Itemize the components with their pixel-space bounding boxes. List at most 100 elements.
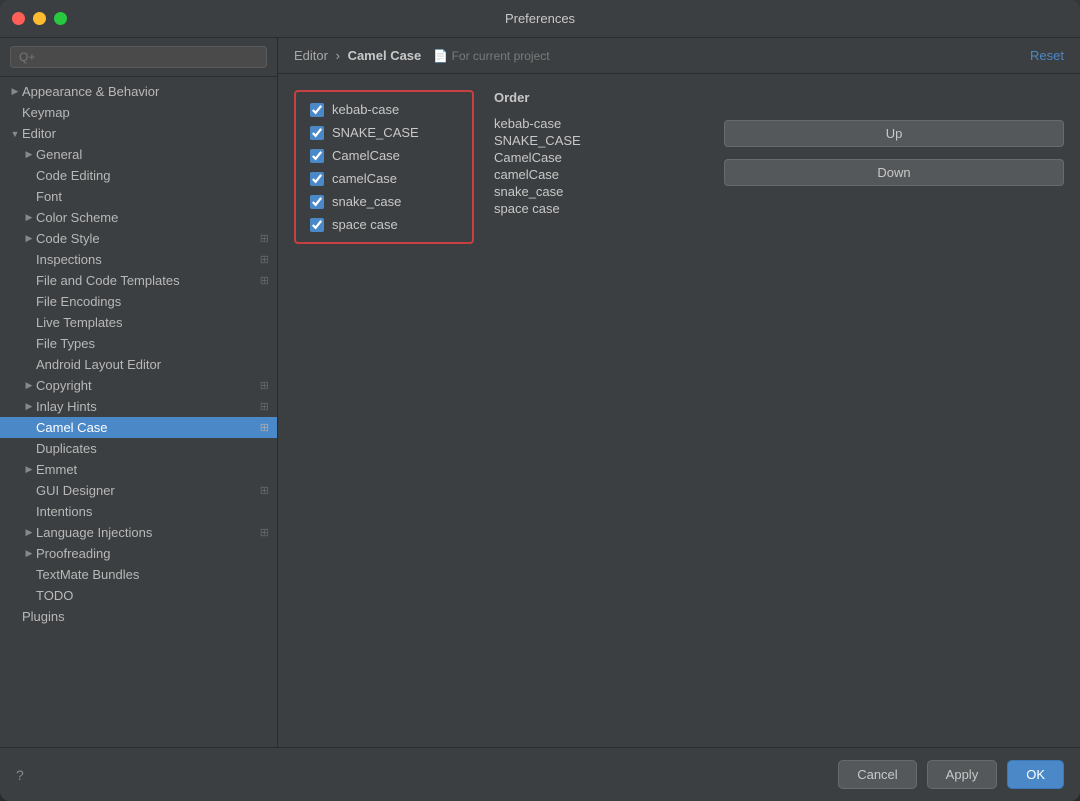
sidebar-item-intentions[interactable]: Intentions [0,501,277,522]
checkbox-kebab-case[interactable] [310,103,324,117]
arrow-icon: ▶ [22,400,36,414]
checkbox-snake-case[interactable] [310,195,324,209]
sidebar-item-live-templates[interactable]: Live Templates [0,312,277,333]
sidebar-item-plugins[interactable]: Plugins [0,606,277,627]
sidebar-item-label: TODO [36,588,269,603]
copy-icon: ⊞ [260,421,269,434]
arrow-icon [8,610,22,624]
minimize-button[interactable] [33,12,46,25]
breadcrumb: Editor › Camel Case [294,48,421,63]
arrow-icon [22,169,36,183]
order-item: camelCase [494,166,581,183]
sidebar-item-emmet[interactable]: ▶Emmet [0,459,277,480]
sidebar-item-file-and-code-templates[interactable]: File and Code Templates ⊞ [0,270,277,291]
arrow-icon [22,589,36,603]
order-item: SNAKE_CASE [494,132,581,149]
sidebar-item-label: General [36,147,269,162]
search-input[interactable] [10,46,267,68]
sidebar-item-label: Code Style [36,231,256,246]
sidebar-item-label: Code Editing [36,168,269,183]
checkbox-item-snake-case: snake_case [310,194,458,209]
close-button[interactable] [12,12,25,25]
arrow-icon: ▶ [22,148,36,162]
copy-icon: ⊞ [260,274,269,287]
sidebar-item-code-style[interactable]: ▶Code Style⊞ [0,228,277,249]
arrow-icon: ▶ [22,547,36,561]
copy-icon: ⊞ [260,400,269,413]
sidebar-item-label: Copyright [36,378,256,393]
sidebar-item-android-layout-editor[interactable]: Android Layout Editor [0,354,277,375]
sidebar-item-appearance-behavior[interactable]: ▶Appearance & Behavior [0,81,277,102]
sidebar-item-label: Inlay Hints [36,399,256,414]
project-link[interactable]: 📄 For current project [433,49,549,63]
main-content: ▶Appearance & BehaviorKeymap▼Editor▶Gene… [0,38,1080,747]
breadcrumb-current: Camel Case [348,48,422,63]
maximize-button[interactable] [54,12,67,25]
main-panel: Editor › Camel Case 📄 For current projec… [278,38,1080,747]
copy-icon: ⊞ [260,253,269,266]
sidebar-item-editor[interactable]: ▼Editor [0,123,277,144]
sidebar-item-label: File Encodings [36,294,269,309]
sidebar-item-language-injections[interactable]: ▶Language Injections⊞ [0,522,277,543]
arrow-icon [22,253,36,267]
arrow-icon: ▶ [22,211,36,225]
help-button[interactable]: ? [16,767,24,783]
checkbox-label: CamelCase [332,148,400,163]
up-button[interactable]: Up [724,120,1064,147]
sidebar-item-color-scheme[interactable]: ▶Color Scheme [0,207,277,228]
checkbox-camelcase-upper[interactable] [310,149,324,163]
arrow-icon [22,442,36,456]
arrow-icon: ▶ [22,379,36,393]
sidebar-item-file-types[interactable]: File Types [0,333,277,354]
sidebar-item-inspections[interactable]: Inspections ⊞ [0,249,277,270]
sidebar-item-label: File and Code Templates [36,273,256,288]
sidebar-item-gui-designer[interactable]: GUI Designer ⊞ [0,480,277,501]
sidebar-item-label: Inspections [36,252,256,267]
sidebar-item-proofreading[interactable]: ▶Proofreading [0,543,277,564]
copy-icon: ⊞ [260,526,269,539]
sidebar-item-label: Live Templates [36,315,269,330]
sidebar-item-label: Keymap [22,105,269,120]
sidebar-item-code-editing[interactable]: Code Editing [0,165,277,186]
checkbox-camelcase-lower[interactable] [310,172,324,186]
arrow-icon [22,421,36,435]
checkbox-item-camelcase-upper: CamelCase [310,148,458,163]
checkbox-space-case[interactable] [310,218,324,232]
sidebar-item-label: Proofreading [36,546,269,561]
sidebar-item-general[interactable]: ▶General [0,144,277,165]
apply-button[interactable]: Apply [927,760,998,789]
checkbox-snake-case-upper[interactable] [310,126,324,140]
sidebar-item-file-encodings[interactable]: File Encodings [0,291,277,312]
arrow-icon [22,568,36,582]
sidebar-item-copyright[interactable]: ▶Copyright ⊞ [0,375,277,396]
checkbox-label: camelCase [332,171,397,186]
copy-icon: ⊞ [260,379,269,392]
sidebar-item-todo[interactable]: TODO [0,585,277,606]
reset-button[interactable]: Reset [1030,48,1064,63]
sidebar-item-inlay-hints[interactable]: ▶Inlay Hints ⊞ [0,396,277,417]
sidebar-item-label: Duplicates [36,441,269,456]
cancel-button[interactable]: Cancel [838,760,916,789]
checkbox-item-camelcase-lower: camelCase [310,171,458,186]
down-button[interactable]: Down [724,159,1064,186]
sidebar-item-label: Intentions [36,504,269,519]
sidebar-item-textmate-bundles[interactable]: TextMate Bundles [0,564,277,585]
sidebar-item-duplicates[interactable]: Duplicates [0,438,277,459]
order-item: space case [494,200,581,217]
sidebar-item-label: Plugins [22,609,269,624]
arrow-icon: ▶ [22,232,36,246]
sidebar-item-label: GUI Designer [36,483,256,498]
arrow-icon: ▼ [8,127,22,141]
order-items: kebab-caseSNAKE_CASECamelCasecamelCasesn… [494,115,581,217]
sidebar-item-camel-case[interactable]: Camel Case⊞ [0,417,277,438]
sidebar: ▶Appearance & BehaviorKeymap▼Editor▶Gene… [0,38,278,747]
preferences-window: Preferences ▶Appearance & BehaviorKeymap… [0,0,1080,801]
sidebar-item-keymap[interactable]: Keymap [0,102,277,123]
breadcrumb-parent: Editor [294,48,328,63]
panel-content: kebab-caseSNAKE_CASECamelCasecamelCasesn… [278,74,1080,747]
sidebar-item-label: Emmet [36,462,269,477]
ok-button[interactable]: OK [1007,760,1064,789]
sidebar-item-label: Appearance & Behavior [22,84,269,99]
copy-icon: ⊞ [260,484,269,497]
sidebar-item-font[interactable]: Font [0,186,277,207]
